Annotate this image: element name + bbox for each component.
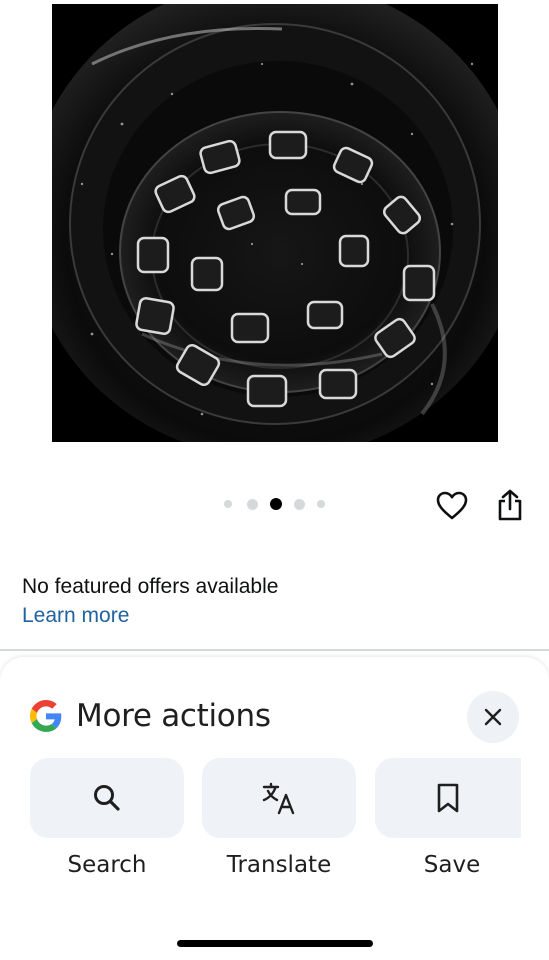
carousel-dot[interactable]: [317, 500, 325, 508]
carousel-dot-active[interactable]: [270, 498, 282, 510]
translate-action-button[interactable]: [202, 758, 356, 838]
search-action-button[interactable]: [30, 758, 184, 838]
learn-more-link[interactable]: Learn more: [22, 604, 129, 628]
search-icon: [94, 785, 120, 811]
heart-icon: [436, 491, 468, 520]
save-action-button[interactable]: [375, 758, 521, 838]
carousel-dot[interactable]: [294, 498, 305, 510]
translate-icon: [262, 782, 295, 815]
wishlist-button[interactable]: [432, 487, 472, 525]
more-actions-sheet: More actions Search Translate Save: [0, 657, 549, 960]
sheet-title: More actions: [76, 698, 271, 734]
share-button[interactable]: [490, 485, 530, 525]
image-carousel-dots[interactable]: [224, 497, 325, 511]
save-action-label[interactable]: Save: [375, 852, 529, 878]
bookmark-icon: [437, 783, 459, 813]
no-offers-text: No featured offers available: [22, 575, 279, 598]
google-logo-icon: [30, 700, 62, 732]
share-icon: [498, 489, 522, 521]
close-icon: [484, 708, 502, 726]
product-image[interactable]: [52, 4, 498, 442]
close-button[interactable]: [467, 691, 519, 743]
home-indicator[interactable]: [177, 940, 373, 947]
translate-action-label[interactable]: Translate: [202, 852, 356, 878]
search-action-label[interactable]: Search: [30, 852, 184, 878]
sheet-header: More actions: [30, 697, 271, 735]
enamel-pot-interior-image: [52, 4, 498, 442]
carousel-dot[interactable]: [247, 498, 258, 510]
carousel-dot[interactable]: [224, 500, 232, 508]
divider: [0, 649, 549, 651]
